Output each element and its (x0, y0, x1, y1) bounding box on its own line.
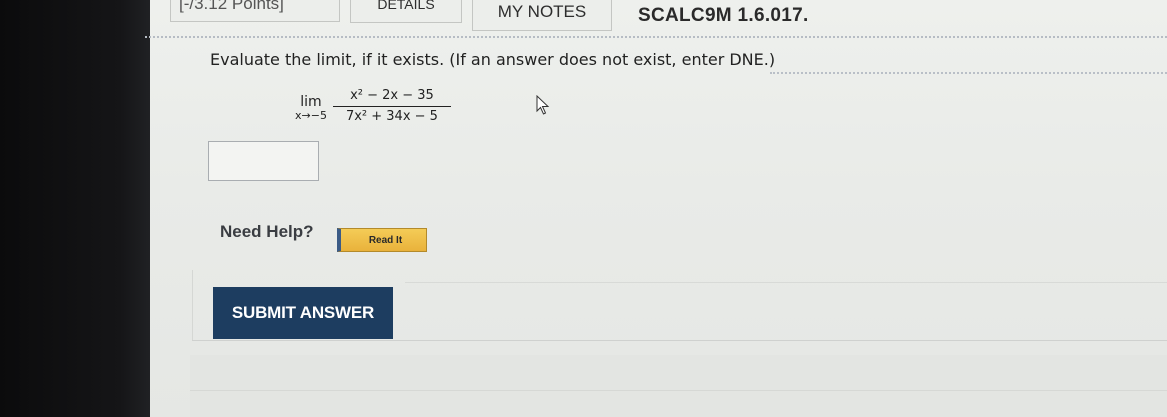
mouse-pointer-icon (536, 95, 550, 115)
details-label: DETAILS (377, 0, 435, 12)
my-notes-tab[interactable]: MY NOTES (472, 0, 612, 31)
read-it-label: Read It (368, 234, 403, 246)
points-label: [-/3.12 Points] (179, 0, 284, 13)
webassign-question-panel: [-/3.12 Points] DETAILS MY NOTES SCALC9M… (145, 0, 1167, 417)
header-divider (145, 36, 1167, 38)
limit-operator: lim x→−5 (295, 95, 327, 122)
submit-answer-label: SUBMIT ANSWER (231, 303, 375, 322)
assignment-id: SCALC9M 1.6.017. (638, 5, 809, 26)
lim-subscript: x→−5 (295, 109, 327, 122)
fraction-numerator: x² − 2x − 35 (350, 88, 434, 103)
answer-input[interactable] (208, 141, 319, 181)
question-header: [-/3.12 Points] DETAILS MY NOTES SCALC9M… (150, 0, 1167, 34)
question-prompt: Evaluate the limit, if it exists. (If an… (210, 50, 776, 69)
panel-left-border (192, 270, 193, 340)
details-tab[interactable]: DETAILS (350, 0, 462, 23)
fraction-bar (332, 106, 451, 107)
panel-top-border (405, 282, 1167, 283)
lim-word: lim (300, 94, 322, 110)
submit-answer-button[interactable]: SUBMIT ANSWER (213, 287, 393, 339)
next-question-area (190, 355, 1167, 417)
monitor-bezel (0, 0, 150, 417)
panel-bottom-border (192, 340, 1167, 341)
my-notes-label: MY NOTES (497, 2, 587, 21)
prompt-divider (770, 72, 1167, 74)
fraction-denominator: 7x² + 34x − 5 (345, 109, 438, 124)
limit-expression: lim x→−5 x² − 2x − 35 7x² + 34x − 5 (295, 88, 451, 125)
need-help-label: Need Help? (220, 222, 314, 241)
read-it-button[interactable]: Read It (337, 228, 427, 252)
points-tab: [-/3.12 Points] (170, 0, 340, 22)
limit-fraction: x² − 2x − 35 7x² + 34x − 5 (332, 88, 451, 125)
lower-divider (190, 390, 1167, 391)
